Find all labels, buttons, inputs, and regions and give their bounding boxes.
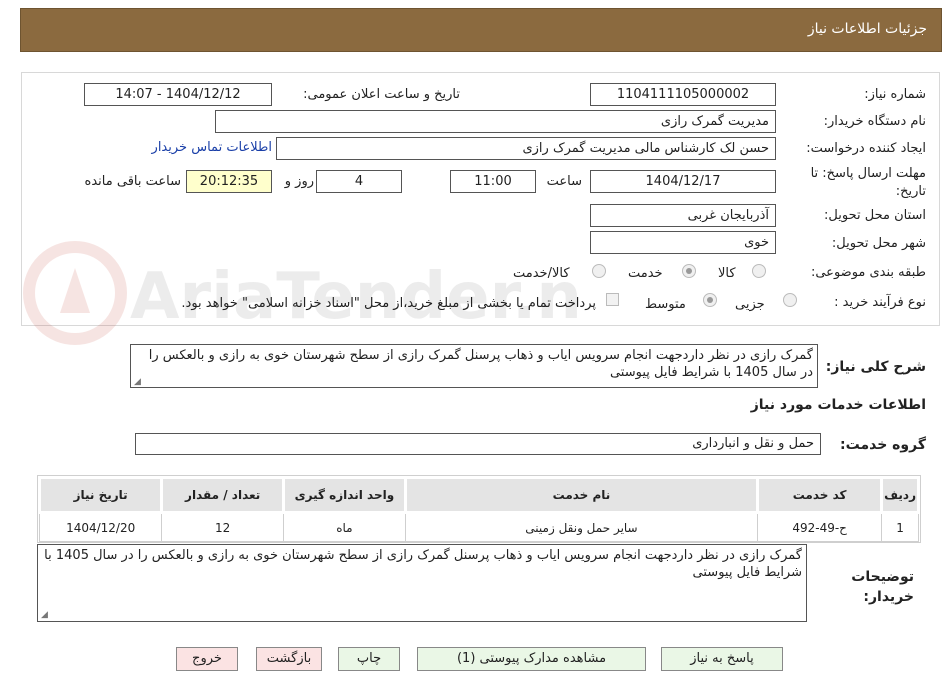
exit-button[interactable]: خروج <box>176 647 238 671</box>
category-option-goods-service: کالا/خدمت <box>513 266 570 281</box>
column-header-need-date: تاریخ نیاز <box>37 476 164 514</box>
resize-handle-icon[interactable]: ◢ <box>41 611 49 620</box>
deadline-label: مهلت ارسال پاسخ: تا تاریخ: <box>810 166 926 199</box>
category-radio-goods[interactable] <box>752 264 766 278</box>
description-label: شرح کلی نیاز: <box>825 359 926 375</box>
buyer-contact-link[interactable]: اطلاعات تماس خریدار <box>152 140 272 155</box>
buyer-notes-text: گمرک رازی در نظر داردجهت انجام سرویس ایا… <box>44 548 802 580</box>
city-field: خوی <box>590 231 776 254</box>
watermark-logo: AriaTender.neT <box>23 241 580 345</box>
description-text: گمرک رازی در نظر داردجهت انجام سرویس ایا… <box>148 348 813 380</box>
unit-cell: ماه <box>283 512 406 542</box>
buyer-org-label: نام دستگاه خریدار: <box>823 114 926 129</box>
need-date-cell: 1404/12/20 <box>38 512 163 542</box>
province-label: استان محل تحویل: <box>824 208 926 223</box>
category-radio-service[interactable] <box>682 264 696 278</box>
print-button[interactable]: چاپ <box>338 647 400 671</box>
service-group-field: حمل و نقل و انبارداری <box>135 433 821 455</box>
process-option-medium: متوسط <box>645 297 686 312</box>
buyer-org-field: مدیریت گمرک رازی <box>215 110 776 133</box>
quantity-cell: 12 <box>161 512 285 542</box>
need-number-field: 1104111105000002 <box>590 83 776 106</box>
buyer-notes-label: توضیحات خریدار: <box>851 569 914 605</box>
announce-field: 1404/12/12 - 14:07 <box>84 83 272 106</box>
process-label: نوع فرآیند خرید : <box>834 295 926 310</box>
need-number-label: شماره نیاز: <box>864 87 926 102</box>
days-field: 4 <box>316 170 402 193</box>
treasury-payment-note: پرداخت تمام یا بخشی از مبلغ خرید،از محل … <box>181 296 596 311</box>
column-header-unit: واحد اندازه گیری <box>282 476 407 514</box>
reply-button[interactable]: پاسخ به نیاز <box>661 647 783 671</box>
category-option-service: خدمت <box>628 266 663 281</box>
service-group-label: گروه خدمت: <box>840 437 926 453</box>
process-option-minor: جزیی <box>735 297 765 312</box>
creator-field: حسن لک کارشناس مالی مدیریت گمرک رازی <box>276 137 776 160</box>
category-radio-goods-service[interactable] <box>592 264 606 278</box>
remaining-time-field: 20:12:35 <box>186 170 272 193</box>
services-table-header: ردیف کد خدمت نام خدمت واحد اندازه گیری ت… <box>37 476 920 514</box>
column-header-quantity: تعداد / مقدار <box>160 476 286 514</box>
city-label: شهر محل تحویل: <box>831 236 926 251</box>
category-label: طبقه بندی موضوعی: <box>810 265 926 280</box>
page-title: جزئیات اطلاعات نیاز <box>807 21 927 37</box>
back-button[interactable]: بازگشت <box>256 647 322 671</box>
deadline-date-field: 1404/12/17 <box>590 170 776 193</box>
description-textarea: گمرک رازی در نظر داردجهت انجام سرویس ایا… <box>130 344 818 388</box>
page-header: جزئیات اطلاعات نیاز <box>20 8 942 52</box>
services-section-title: اطلاعات خدمات مورد نیاز <box>750 397 926 413</box>
column-header-row-number: ردیف <box>880 476 920 514</box>
treasury-payment-checkbox[interactable] <box>606 293 619 306</box>
column-header-service-code: کد خدمت <box>756 476 884 514</box>
service-name-cell: سایر حمل ونقل زمینی <box>404 512 759 542</box>
remaining-label: ساعت باقی مانده <box>84 174 181 189</box>
services-table: ردیف کد خدمت نام خدمت واحد اندازه گیری ت… <box>37 475 921 543</box>
table-row: 1 ح-49-492 سایر حمل ونقل زمینی ماه 12 14… <box>38 512 919 542</box>
view-attachments-button[interactable]: مشاهده مدارک پیوستی (1) <box>417 647 646 671</box>
buyer-notes-textarea: گمرک رازی در نظر داردجهت انجام سرویس ایا… <box>37 544 807 622</box>
service-code-cell: ح-49-492 <box>757 512 883 542</box>
category-option-goods: کالا <box>718 266 736 281</box>
column-header-service-name: نام خدمت <box>403 476 760 514</box>
creator-label: ایجاد کننده درخواست: <box>806 141 926 156</box>
process-radio-medium[interactable] <box>703 293 717 307</box>
deadline-time-label: ساعت <box>546 174 582 189</box>
resize-handle-icon[interactable]: ◢ <box>134 378 142 387</box>
announce-label: تاریخ و ساعت اعلان عمومی: <box>303 87 460 102</box>
days-label: روز و <box>284 174 314 189</box>
province-field: آذربایجان غربی <box>590 204 776 227</box>
process-radio-minor[interactable] <box>783 293 797 307</box>
deadline-time-field: 11:00 <box>450 170 536 193</box>
row-number-cell: 1 <box>881 512 919 542</box>
